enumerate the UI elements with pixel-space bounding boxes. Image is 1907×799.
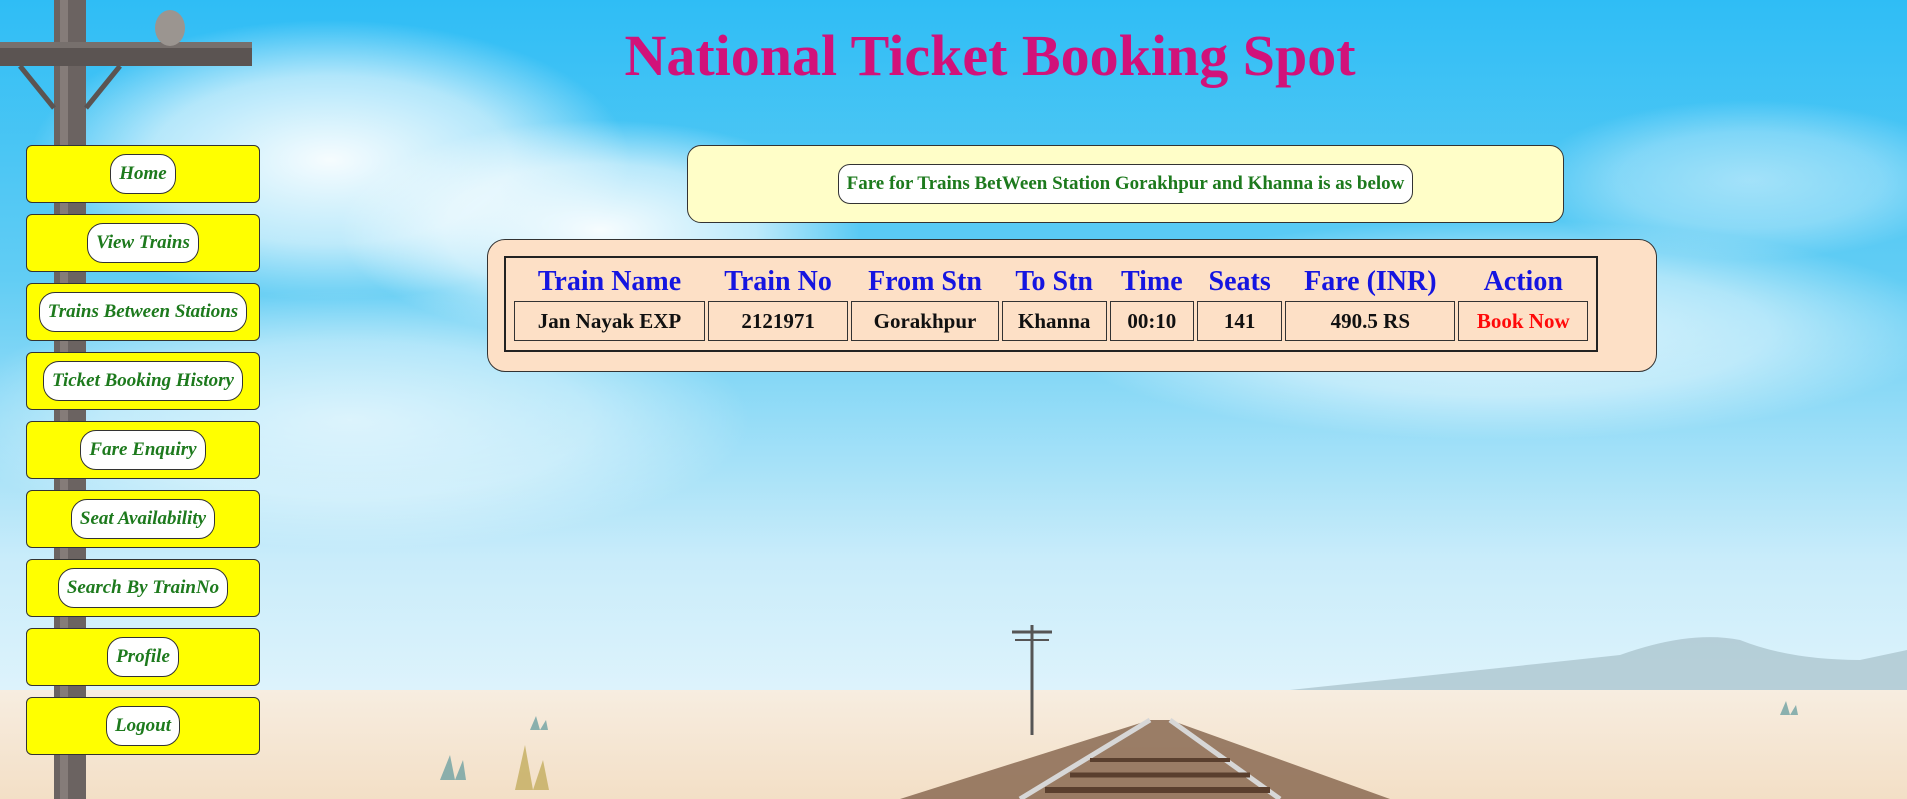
column-header-from-stn: From Stn [868,266,982,297]
sidebar-item-label[interactable]: Seat Availability [70,499,216,539]
fare-table: Train Name Train No From Stn To Stn Time… [504,256,1598,352]
fare-notice-panel: Fare for Trains BetWeen Station Gorakhpu… [687,145,1564,223]
sidebar-item-label[interactable]: View Trains [87,223,199,263]
sidebar-menu: Home View Trains Trains Between Stations… [26,145,260,766]
sidebar-item-search-by-trainno[interactable]: Search By TrainNo [26,559,260,617]
sidebar-item-label[interactable]: Trains Between Stations [38,292,248,332]
cell-train-no: 2121971 [707,301,849,341]
column-header-seats: Seats [1208,266,1271,297]
cell-to-stn: Khanna [1001,301,1107,341]
sidebar-item-fare-enquiry[interactable]: Fare Enquiry [26,421,260,479]
sidebar-item-profile[interactable]: Profile [26,628,260,686]
cell-fare: 490.5 RS [1285,301,1456,341]
sidebar-item-seat-availability[interactable]: Seat Availability [26,490,260,548]
sidebar-item-home[interactable]: Home [26,145,260,203]
background-scene [0,0,1907,799]
cell-train-name: Jan Nayak EXP [514,301,705,341]
sidebar-item-trains-between-stations[interactable]: Trains Between Stations [26,283,260,341]
column-header-time: Time [1120,266,1183,297]
sidebar-item-label[interactable]: Search By TrainNo [57,568,229,608]
sidebar-item-label[interactable]: Home [110,154,176,194]
sidebar-item-logout[interactable]: Logout [26,697,260,755]
page-title: National Ticket Booking Spot [624,23,1356,88]
sidebar-item-label[interactable]: Fare Enquiry [80,430,206,470]
cell-from-stn: Gorakhpur [851,301,999,341]
column-header-train-name: Train Name [537,266,682,297]
fare-table-panel: Train Name Train No From Stn To Stn Time… [487,239,1657,372]
book-now-link[interactable]: Book Now [1458,301,1588,341]
sidebar-item-view-trains[interactable]: View Trains [26,214,260,272]
column-header-train-no: Train No [724,266,832,297]
sidebar-item-ticket-booking-history[interactable]: Ticket Booking History [26,352,260,410]
sidebar-item-label[interactable]: Logout [106,706,180,746]
column-header-fare: Fare (INR) [1304,266,1437,297]
table-row: Jan Nayak EXP 2121971 Gorakhpur Khanna 0… [514,301,1588,341]
cell-time: 00:10 [1109,301,1195,341]
column-header-action: Action [1483,266,1563,297]
sidebar-item-label[interactable]: Profile [107,637,179,677]
column-header-to-stn: To Stn [1015,266,1093,297]
fare-notice-text: Fare for Trains BetWeen Station Gorakhpu… [837,164,1414,204]
cell-seats: 141 [1197,301,1283,341]
table-header-row: Train Name Train No From Stn To Stn Time… [514,264,1588,298]
sidebar-item-label[interactable]: Ticket Booking History [43,361,243,401]
